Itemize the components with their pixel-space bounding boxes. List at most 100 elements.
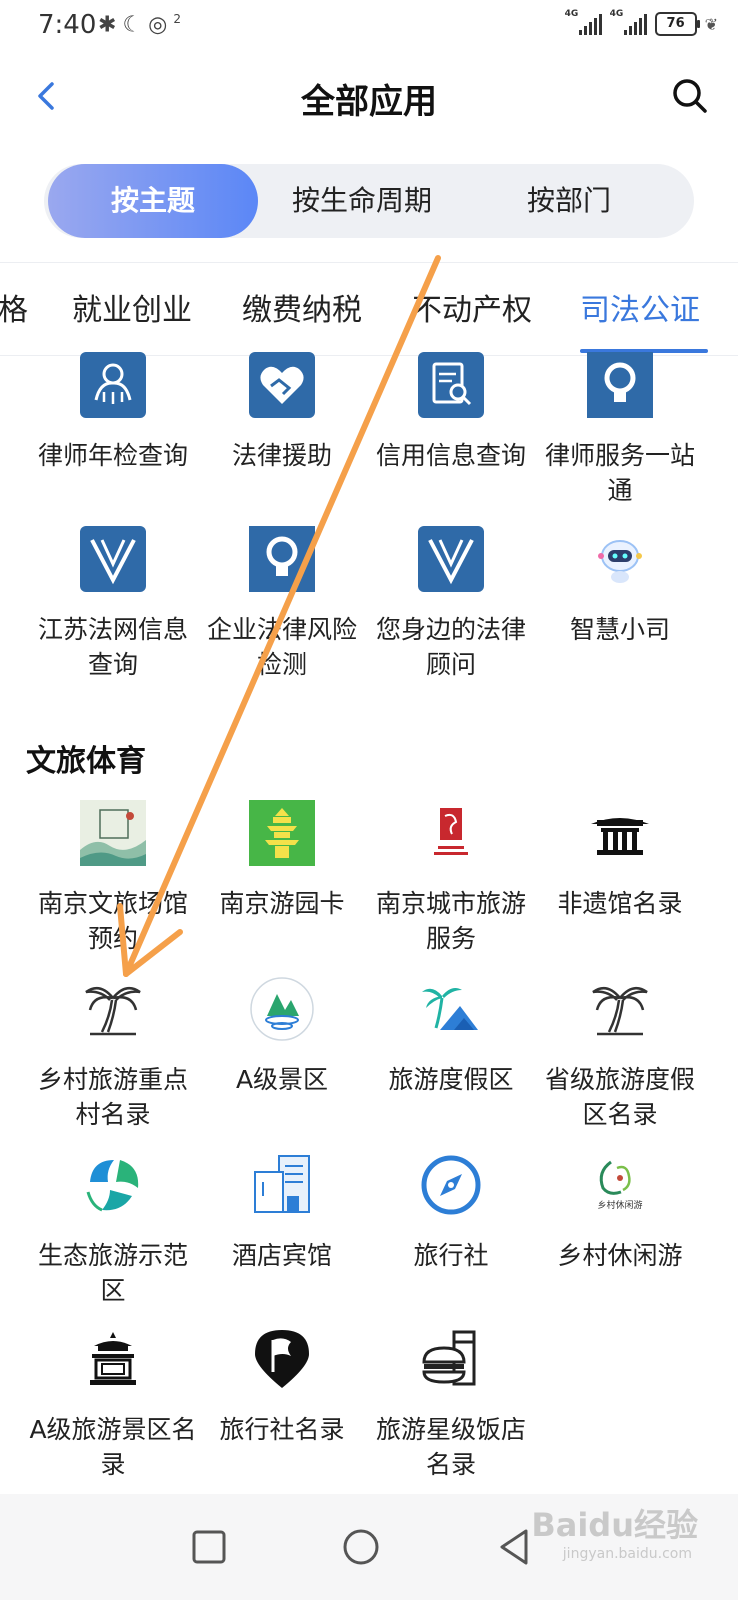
- app-header: 全部应用: [0, 56, 738, 136]
- app-travel-agency[interactable]: 旅行社: [365, 1152, 537, 1273]
- signal-icon: 4G: [610, 9, 647, 35]
- eco-leaf-icon: [86, 1160, 139, 1212]
- app-label: A级景区: [235, 1065, 329, 1094]
- hotel-building-icon: [254, 1155, 310, 1213]
- handshake-heart-icon: [249, 352, 315, 418]
- palm-tree-icon: [85, 986, 141, 1036]
- power-saving-leaf-icon: ❦: [704, 14, 718, 34]
- app-a-level-scenic[interactable]: A级景区: [196, 976, 368, 1097]
- battery-icon: 76: [654, 12, 700, 36]
- category-tab-tax[interactable]: 缴费纳税: [242, 285, 362, 329]
- app-label: 旅行社: [413, 1241, 489, 1270]
- app-label: 省级旅游度假区名录: [544, 1065, 695, 1129]
- app-tourism-resorts[interactable]: 旅游度假区: [365, 976, 537, 1097]
- nanjing-booking-icon: [80, 800, 146, 866]
- app-label: 法律援助: [231, 441, 332, 470]
- baidu-watermark-url: jingyan.baidu.com: [562, 1546, 692, 1562]
- palm-tree-icon: [592, 986, 648, 1036]
- compass-icon: [421, 1155, 481, 1215]
- page-title: 全部应用: [301, 82, 437, 122]
- palm-mountain-icon: [422, 988, 478, 1030]
- v-logo-icon: [418, 526, 484, 592]
- robot-icon: [598, 540, 642, 583]
- app-hotels[interactable]: 酒店宾馆: [196, 1152, 368, 1273]
- app-lawyer-one-stop[interactable]: 律师服务一站通: [534, 352, 706, 508]
- app-label: 南京游园卡: [219, 889, 345, 918]
- app-legal-advisor[interactable]: 您身边的法律顾问: [365, 526, 537, 682]
- app-lawyer-annual-inspection[interactable]: 律师年检查询: [27, 352, 199, 473]
- app-legal-aid[interactable]: 法律援助: [196, 352, 368, 473]
- status-time: 7:40: [38, 10, 97, 40]
- category-tab-bar[interactable]: 格 就业创业 缴费纳税 不动产权 司法公证: [0, 262, 738, 356]
- app-enterprise-legal-risk[interactable]: 企业法律风险检测: [196, 526, 368, 682]
- app-credit-info-query[interactable]: 信用信息查询: [365, 352, 537, 473]
- hotspot-count: 2: [173, 12, 188, 26]
- app-rural-tourism-villages[interactable]: 乡村旅游重点村名录: [27, 976, 199, 1132]
- app-label: 生态旅游示范区: [37, 1241, 188, 1305]
- status-right-icons: 4G 4G 76 ❦: [565, 9, 718, 36]
- search-icon[interactable]: [670, 76, 710, 116]
- baidu-watermark: Baidu经验: [531, 1506, 698, 1544]
- app-label: A级旅游景区名录: [29, 1415, 197, 1479]
- app-label: 南京城市旅游服务: [375, 889, 526, 953]
- app-provincial-resorts-list[interactable]: 省级旅游度假区名录: [534, 976, 706, 1132]
- mountain-water-icon: [250, 977, 314, 1041]
- rural-leisure-icon: 乡村休闲游: [597, 1160, 643, 1211]
- app-intangible-heritage-list[interactable]: 非遗馆名录: [534, 800, 706, 921]
- app-eco-tourism-zones[interactable]: 生态旅游示范区: [27, 1152, 199, 1308]
- app-label: 非遗馆名录: [557, 889, 683, 918]
- app-label: 南京文旅场馆预约: [37, 889, 188, 953]
- app-label: 企业法律风险检测: [206, 615, 357, 679]
- lightbulb-icon: [587, 352, 653, 418]
- app-nanjing-venue-booking[interactable]: 南京文旅场馆预约: [27, 800, 199, 956]
- app-nanjing-park-card[interactable]: 南京游园卡: [196, 800, 368, 921]
- app-label: 律师服务一站通: [544, 441, 695, 505]
- section-title-culture-tourism: 文旅体育: [26, 744, 146, 779]
- food-drink-icon: [422, 1330, 476, 1386]
- app-label: 江苏法网信息查询: [37, 615, 188, 679]
- temple-icon: [90, 1332, 136, 1385]
- lightbulb-icon: [249, 526, 315, 592]
- app-a-level-scenic-list[interactable]: A级旅游景区名录: [27, 1326, 199, 1482]
- app-label: 旅行社名录: [219, 1415, 345, 1444]
- moon-icon: ☾: [122, 12, 149, 38]
- pagoda-icon: [249, 800, 315, 866]
- tab-by-lifecycle[interactable]: 按生命周期: [262, 164, 462, 238]
- app-label: 律师年检查询: [37, 441, 188, 470]
- app-jiangsu-law-net[interactable]: 江苏法网信息查询: [27, 526, 199, 682]
- category-tab[interactable]: 格: [0, 285, 28, 329]
- hotspot-icon: ◎: [148, 12, 174, 38]
- app-label: 酒店宾馆: [231, 1241, 332, 1270]
- category-tab-property[interactable]: 不动产权: [412, 285, 532, 329]
- document-search-icon: [418, 352, 484, 418]
- app-label: 智慧小司: [569, 615, 670, 644]
- app-label: 乡村休闲游: [557, 1241, 683, 1270]
- view-mode-segmented-control: 按主题 按生命周期 按部门: [44, 164, 694, 238]
- app-travel-agency-list[interactable]: 旅行社名录: [196, 1326, 368, 1447]
- home-circle-icon[interactable]: [336, 1522, 386, 1572]
- app-label: 您身边的法律顾问: [375, 615, 526, 679]
- tab-by-theme[interactable]: 按主题: [48, 164, 258, 238]
- v-logo-icon: [80, 526, 146, 592]
- nanjing-seal-icon: [418, 800, 484, 866]
- app-label: 旅游度假区: [388, 1065, 514, 1094]
- app-label: 旅游星级饭店名录: [375, 1415, 526, 1479]
- tab-by-department[interactable]: 按部门: [474, 164, 664, 238]
- app-rural-leisure[interactable]: 乡村休闲游 乡村休闲游: [534, 1152, 706, 1273]
- svg-text:乡村休闲游: 乡村休闲游: [597, 1199, 642, 1211]
- signal-icon: 4G: [565, 9, 602, 35]
- app-smart-assistant[interactable]: 智慧小司: [534, 526, 706, 647]
- category-tab-justice[interactable]: 司法公证: [580, 285, 700, 329]
- recent-apps-square-icon[interactable]: [184, 1522, 234, 1572]
- app-nanjing-city-tourism[interactable]: 南京城市旅游服务: [365, 800, 537, 956]
- scales-icon: [80, 352, 146, 418]
- status-left-icons: ✱☾◎2: [98, 12, 187, 37]
- app-star-hotels-list[interactable]: 旅游星级饭店名录: [365, 1326, 537, 1482]
- app-label: 乡村旅游重点村名录: [37, 1065, 188, 1129]
- flag-pin-icon: [255, 1330, 309, 1388]
- category-tab-employment[interactable]: 就业创业: [72, 285, 192, 329]
- pavilion-icon: [591, 818, 649, 855]
- app-label: 信用信息查询: [375, 441, 526, 470]
- bluetooth-icon: ✱: [98, 12, 123, 38]
- status-bar: 7:40 ✱☾◎2 4G 4G 76 ❦: [0, 0, 738, 56]
